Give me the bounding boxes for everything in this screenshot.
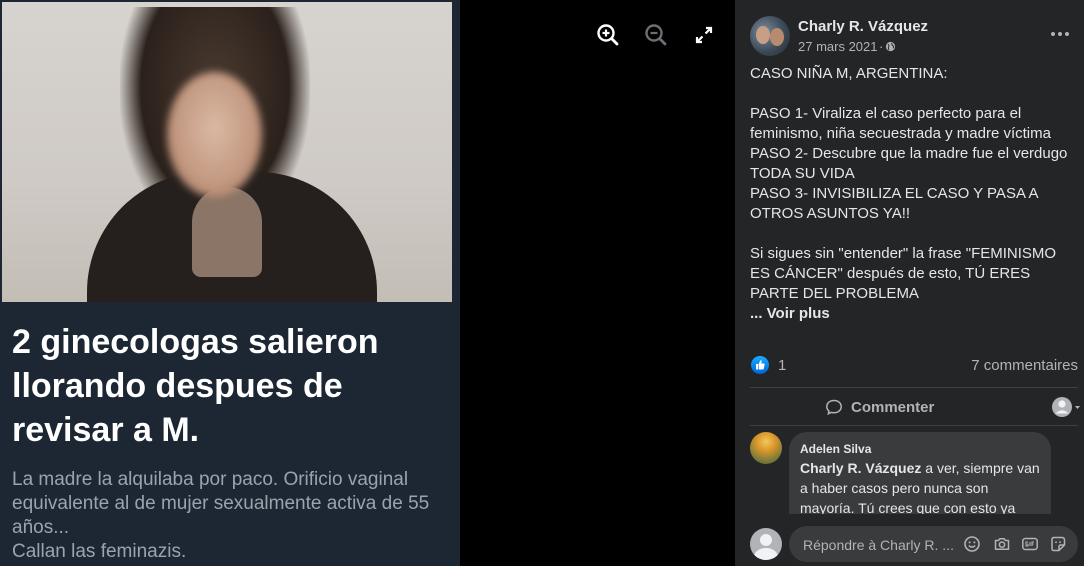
post-line: PASO 2- Descubre que la madre fue el ver…	[750, 145, 1068, 182]
more-options-button[interactable]	[1047, 24, 1073, 44]
like-reaction-icon[interactable]	[751, 356, 769, 374]
post-paragraph: Si sigues sin "entender" la frase "FEMIN…	[750, 244, 1075, 304]
divider	[750, 387, 1078, 388]
caption-line: equivalente al de mujer sexualmente acti…	[12, 493, 430, 514]
post-sidebar: Charly R. Vázquez 27 mars 2021 · CASO NI…	[735, 0, 1084, 566]
comment-bubble: Adelen Silva Charly R. Vázquez a ver, si…	[789, 432, 1051, 514]
comment-text: Charly R. Vázquez a ver, siempre van a h…	[800, 458, 1040, 514]
post-image[interactable]: 2 ginecologas salieron llorando despues …	[0, 0, 460, 566]
camera-icon	[994, 538, 1010, 550]
post-date[interactable]: 27 mars 2021	[798, 39, 878, 54]
current-user-avatar	[750, 528, 782, 560]
zoom-out-icon	[645, 24, 667, 46]
blurred-face	[167, 72, 262, 197]
zoom-out-button[interactable]	[643, 22, 669, 48]
camera-button[interactable]	[993, 535, 1011, 553]
gif-button[interactable]	[1021, 535, 1039, 553]
comment-mention[interactable]: Charly R. Vázquez	[800, 460, 921, 476]
profile-chevron-icon	[1052, 397, 1080, 417]
avatar-head	[760, 534, 772, 546]
date-separator: ·	[879, 39, 884, 54]
avatar-face	[756, 26, 770, 44]
divider	[750, 425, 1078, 426]
post-line: CASO NIÑA M, ARGENTINA:	[750, 65, 948, 82]
photo-viewer: 2 ginecologas salieron llorando despues …	[0, 0, 735, 566]
comment-button-label: Commenter	[851, 398, 935, 416]
reactions-count[interactable]: 1	[778, 357, 786, 374]
emoji-button[interactable]	[963, 535, 981, 553]
photo	[2, 2, 452, 302]
photo-collar	[192, 187, 262, 277]
fullscreen-button[interactable]	[691, 22, 717, 48]
post-line: PASO 1- Viraliza el caso perfecto para e…	[750, 105, 1051, 142]
comment-icon	[826, 399, 842, 416]
zoom-in-icon	[597, 24, 619, 46]
image-caption: La madre la alquilaba por paco. Orificio…	[12, 468, 452, 564]
sticker-icon	[1051, 536, 1066, 552]
avatar-face	[770, 28, 784, 46]
post-line: Si sigues sin "entender" la frase "FEMIN…	[750, 245, 1057, 302]
comment-as-selector[interactable]	[1051, 396, 1081, 418]
post-text: CASO NIÑA M, ARGENTINA: PASO 1- Viraliza…	[750, 64, 1075, 324]
see-more-link[interactable]: ... Voir plus	[750, 305, 830, 322]
author-name[interactable]: Charly R. Vázquez	[798, 18, 928, 35]
caption-line: años...	[12, 517, 70, 538]
post-line: PASO 3- INVISIBILIZA EL CASO Y PASA A OT…	[750, 185, 1038, 222]
caption-line: Callan las feminazis.	[12, 541, 187, 562]
comment-button[interactable]: Commenter	[825, 394, 965, 420]
more-icon	[1051, 32, 1069, 36]
author-avatar[interactable]	[750, 16, 790, 56]
see-more-row: ... Voir plus	[750, 304, 1075, 324]
post-paragraph: PASO 1- Viraliza el caso perfecto para e…	[750, 104, 1075, 224]
commenter-avatar[interactable]	[750, 432, 782, 464]
gif-icon	[1022, 537, 1038, 551]
fullscreen-icon	[695, 26, 713, 44]
commenter-name[interactable]: Adelen Silva	[800, 442, 871, 456]
reply-input[interactable]	[801, 526, 955, 564]
image-headline: 2 ginecologas salieron llorando despues …	[12, 323, 379, 449]
sticker-button[interactable]	[1049, 535, 1067, 553]
zoom-in-button[interactable]	[595, 22, 621, 48]
post-paragraph: CASO NIÑA M, ARGENTINA:	[750, 64, 1075, 84]
reply-composer	[789, 526, 1078, 564]
comments-count[interactable]: 7 commentaires	[971, 357, 1078, 374]
thumbs-up-icon	[756, 360, 765, 370]
caption-line: La madre la alquilaba por paco. Orificio…	[12, 469, 409, 490]
globe-icon	[885, 41, 896, 52]
emoji-icon	[964, 536, 980, 552]
avatar-shoulders	[754, 548, 778, 560]
